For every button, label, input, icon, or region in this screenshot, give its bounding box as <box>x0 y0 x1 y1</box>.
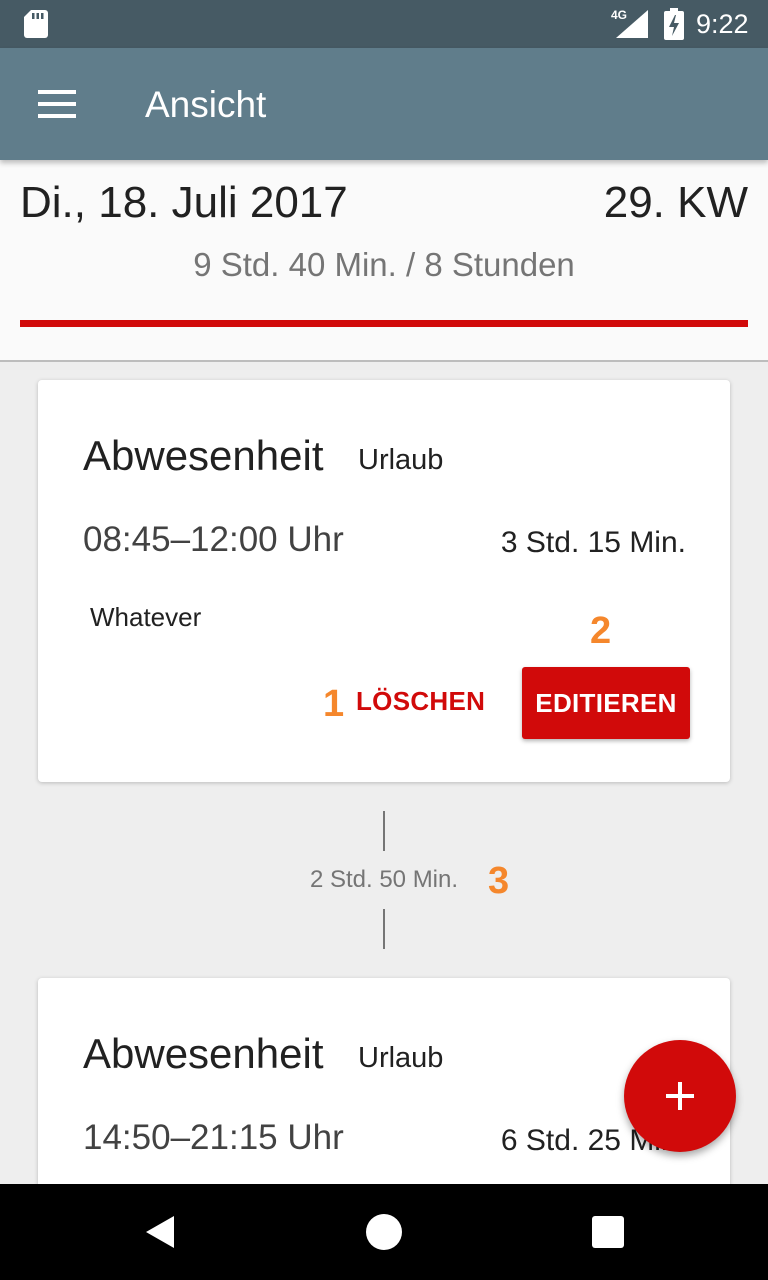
hours-progress-bar <box>20 320 748 327</box>
back-icon[interactable] <box>142 1214 178 1250</box>
menu-line <box>38 114 76 118</box>
day-summary-header: Di., 18. Juli 2017 29. KW 9 Std. 40 Min.… <box>0 160 768 362</box>
hours-summary: 9 Std. 40 Min. / 8 Stunden <box>193 246 575 283</box>
battery-charging-icon <box>664 8 684 40</box>
add-entry-button[interactable] <box>624 1040 736 1152</box>
entry-card[interactable]: Abwesenheit Urlaub 08:45–12:00 Uhr 3 Std… <box>38 380 730 782</box>
system-nav-bar <box>0 1184 768 1280</box>
plus-icon-bar <box>678 1082 682 1110</box>
home-icon[interactable] <box>366 1214 402 1250</box>
sd-card-icon <box>24 10 48 38</box>
status-bar: 4G 9:22 <box>0 0 768 48</box>
signal-icon <box>616 10 648 38</box>
entry-duration: 3 Std. 15 Min. <box>500 526 686 559</box>
entry-subtype: Urlaub <box>358 444 444 476</box>
entry-type: Abwesenheit <box>83 1030 324 1077</box>
app-title: Ansicht <box>145 84 267 125</box>
hours-progress-fill <box>20 320 748 327</box>
menu-line <box>38 102 76 106</box>
entry-time-range: 08:45–12:00 Uhr <box>83 520 344 559</box>
date-label: Di., 18. Juli 2017 <box>20 178 348 227</box>
entry-type: Abwesenheit <box>83 432 324 479</box>
entry-time-range: 14:50–21:15 Uhr <box>83 1118 344 1157</box>
app-bar: Ansicht <box>0 48 768 160</box>
entry-subtype: Urlaub <box>358 1042 444 1074</box>
clock: 9:22 <box>696 9 749 39</box>
edit-button[interactable]: EDITIEREN <box>522 667 690 739</box>
delete-button[interactable]: LÖSCHEN <box>356 686 485 717</box>
annotation-marker-1: 1 <box>323 683 345 725</box>
annotation-marker-2: 2 <box>590 610 612 652</box>
gap-duration: 2 Std. 50 Min. <box>309 866 459 893</box>
gap-connector-line <box>383 909 385 949</box>
gap-connector-line <box>383 811 385 851</box>
entry-note: Whatever <box>90 602 202 632</box>
screen: 4G 9:22 Ansicht Di., 18. Juli 2017 29. K… <box>0 0 768 1280</box>
recents-icon[interactable] <box>592 1216 624 1248</box>
week-label: 29. KW <box>603 178 748 227</box>
menu-line <box>38 90 76 94</box>
hamburger-menu-icon[interactable] <box>38 90 76 118</box>
annotation-marker-3: 3 <box>488 860 510 902</box>
